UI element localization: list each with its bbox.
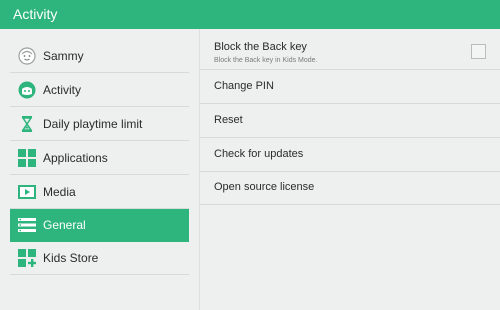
- sidebar-item-media[interactable]: Media: [10, 176, 189, 209]
- sidebar-item-daily-playtime-limit[interactable]: Daily playtime limit: [10, 108, 189, 141]
- face-icon: [17, 46, 37, 66]
- setting-label: Check for updates: [214, 148, 304, 160]
- list-icon: [17, 215, 37, 235]
- settings-list: Block the Back key Block the Back key in…: [200, 29, 500, 310]
- setting-label: Change PIN: [214, 80, 274, 92]
- setting-change-pin[interactable]: Change PIN: [200, 70, 500, 104]
- sidebar-item-label: Applications: [43, 151, 108, 165]
- sidebar-item-applications[interactable]: Applications: [10, 142, 189, 175]
- setting-reset[interactable]: Reset: [200, 104, 500, 138]
- sidebar-item-label: General: [43, 218, 86, 232]
- sidebar-item-label: Daily playtime limit: [43, 117, 143, 131]
- media-icon: [17, 182, 37, 202]
- store-icon: [17, 248, 37, 268]
- app-bar: Activity: [0, 0, 500, 29]
- setting-label: Reset: [214, 114, 243, 126]
- setting-label: Block the Back key: [214, 41, 307, 53]
- apps-grid-icon: [17, 148, 37, 168]
- block-back-checkbox[interactable]: [471, 44, 486, 59]
- sidebar-item-general[interactable]: General: [10, 209, 189, 242]
- sidebar-item-activity[interactable]: Activity: [10, 74, 189, 107]
- setting-check-for-updates[interactable]: Check for updates: [200, 138, 500, 172]
- sidebar-item-label: Sammy: [43, 49, 84, 63]
- sidebar-item-label: Activity: [43, 83, 82, 97]
- sidebar-item-label: Kids Store: [43, 251, 99, 265]
- sidebar-item-sammy[interactable]: Sammy: [10, 40, 189, 73]
- activity-icon: [17, 80, 37, 100]
- page-title: Activity: [13, 6, 58, 22]
- setting-label: Open source license: [214, 181, 315, 193]
- setting-block-back-key[interactable]: Block the Back key Block the Back key in…: [200, 33, 500, 70]
- sidebar: Sammy Activity Daily playtime limit Appl…: [0, 29, 200, 310]
- sidebar-item-label: Media: [43, 185, 76, 199]
- setting-description: Block the Back key in Kids Mode.: [214, 57, 318, 64]
- setting-open-source-license[interactable]: Open source license: [200, 171, 500, 205]
- sidebar-item-kids-store[interactable]: Kids Store: [10, 242, 189, 275]
- hourglass-icon: [17, 114, 37, 134]
